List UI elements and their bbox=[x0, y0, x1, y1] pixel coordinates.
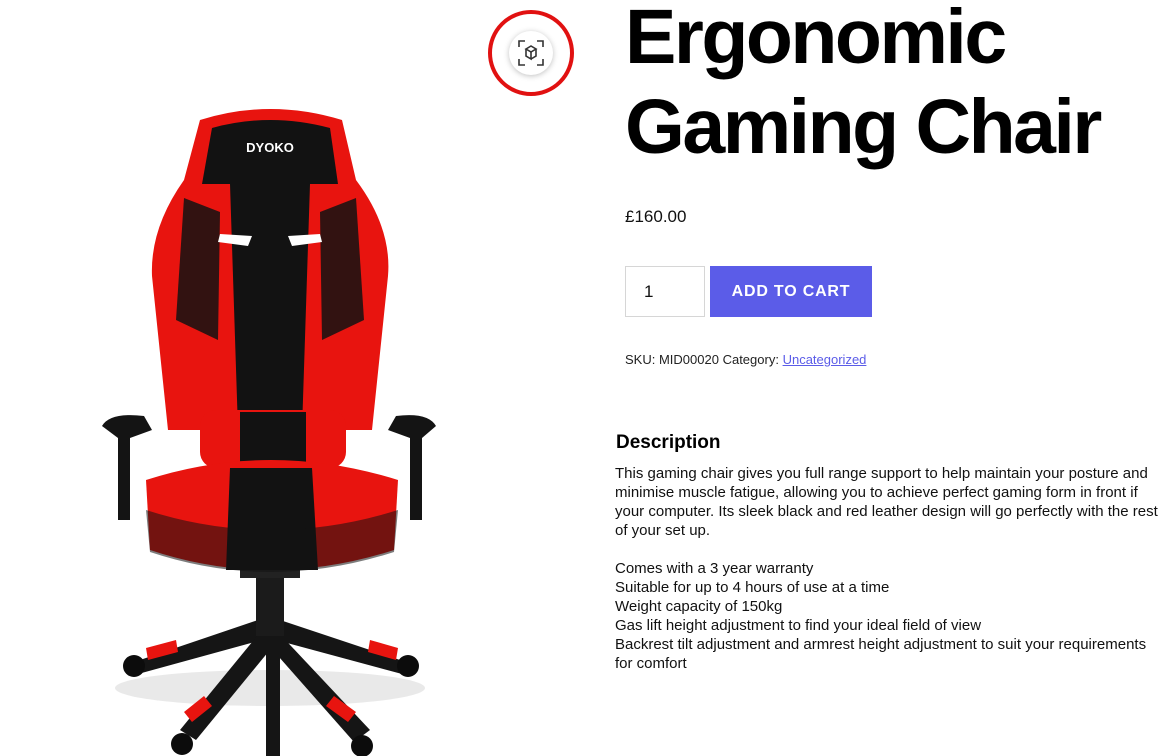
view-in-3d-icon bbox=[518, 40, 544, 66]
quantity-input[interactable] bbox=[625, 266, 705, 317]
product-gallery: DYOKO bbox=[0, 0, 600, 756]
description-heading: Description bbox=[616, 432, 721, 453]
product-image[interactable]: DYOKO bbox=[80, 100, 460, 756]
feature-item: Backrest tilt adjustment and armrest hei… bbox=[615, 636, 1147, 672]
feature-item: Gas lift height adjustment to find your … bbox=[615, 617, 982, 634]
chair-logo: DYOKO bbox=[246, 140, 294, 155]
category-link[interactable]: Uncategorized bbox=[783, 352, 867, 367]
description-body: This gaming chair gives you full range s… bbox=[615, 464, 1160, 673]
view-in-3d-highlight bbox=[488, 10, 574, 96]
description-text: This gaming chair gives you full range s… bbox=[615, 465, 1158, 539]
add-to-cart-button[interactable]: ADD TO CART bbox=[710, 266, 872, 317]
sku-label: SKU: bbox=[625, 352, 656, 367]
sku-value: MID00020 bbox=[658, 352, 719, 367]
product-meta: SKU: MID00020 Category: Uncategorized bbox=[625, 352, 866, 367]
view-in-3d-button[interactable] bbox=[509, 31, 553, 75]
product-title: Ergonomic Gaming Chair bbox=[625, 0, 1102, 170]
category-label: Category: bbox=[722, 352, 779, 367]
feature-item: Weight capacity of 150kg bbox=[615, 598, 783, 615]
feature-list: Comes with a 3 year warranty Suitable fo… bbox=[615, 559, 1160, 673]
feature-item: Comes with a 3 year warranty bbox=[615, 560, 814, 577]
product-price: £160.00 bbox=[625, 207, 687, 226]
feature-item: Suitable for up to 4 hours of use at a t… bbox=[615, 579, 890, 596]
